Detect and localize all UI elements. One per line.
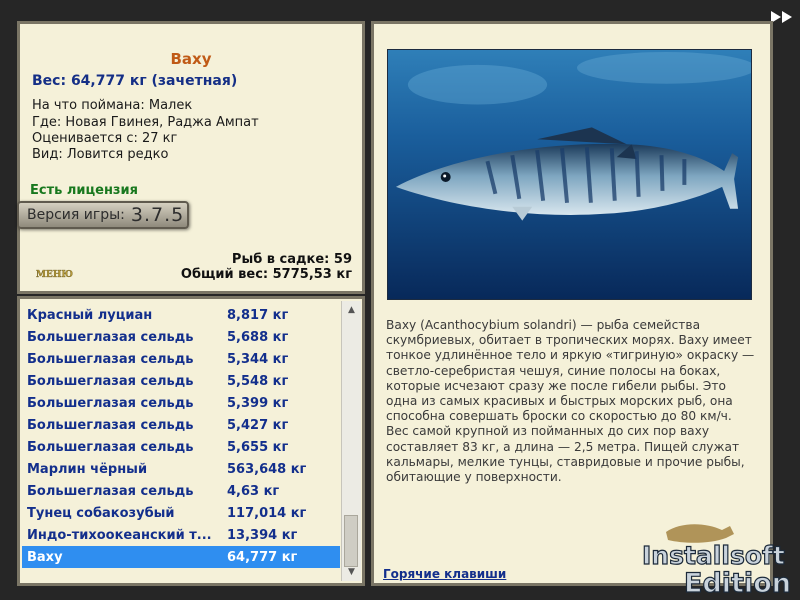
location: Где: Новая Гвинея, Раджа Ампат bbox=[32, 115, 259, 130]
caught-on: На что поймана: Малек bbox=[32, 98, 193, 113]
fish-rarity: Вид: Ловится редко bbox=[32, 147, 169, 162]
catch-fish-name: Большеглазая сельдь bbox=[27, 417, 194, 433]
version-label: Версия игры: bbox=[27, 207, 125, 223]
hotkeys-link[interactable]: Горячие клавиши bbox=[383, 567, 506, 581]
catch-list-panel: Красный луциан 8,817 кг Большеглазая сельд… bbox=[17, 296, 365, 586]
catch-fish-name: Большеглазая сельдь bbox=[27, 483, 194, 499]
fish-info-panel: Ваху Вес: 64,777 кг (зачетная) На что по… bbox=[17, 21, 365, 294]
catch-fish-weight: 5,427 кг bbox=[227, 417, 289, 433]
fast-forward-icon[interactable] bbox=[770, 9, 796, 25]
catch-list[interactable]: Красный луциан 8,817 кг Большеглазая сельд… bbox=[20, 299, 340, 583]
fish-description: Ваху (Acanthocybium solandri) — рыба сем… bbox=[386, 318, 755, 485]
catch-fish-name: Большеглазая сельдь bbox=[27, 439, 194, 455]
catch-row[interactable]: Красный луциан 8,817 кг bbox=[22, 304, 340, 326]
catch-fish-name: Тунец собакозубый bbox=[27, 505, 175, 521]
catch-list-scrollbar[interactable]: ▲ ▼ bbox=[341, 301, 361, 581]
catch-row[interactable]: Большеглазая сельдь 5,655 кг bbox=[22, 436, 340, 458]
catch-fish-weight: 117,014 кг bbox=[227, 505, 307, 521]
catch-row[interactable]: Большеглазая сельдь 5,344 кг bbox=[22, 348, 340, 370]
license-status: Есть лицензия bbox=[30, 183, 138, 198]
version-number: 3.7.5 bbox=[130, 204, 185, 226]
fish-title: Ваху bbox=[170, 50, 212, 68]
catch-row[interactable]: Тунец собакозубый 117,014 кг bbox=[22, 502, 340, 524]
total-weight: Общий вес: 5775,53 кг bbox=[180, 267, 352, 282]
catch-fish-name: Марлин чёрный bbox=[27, 461, 148, 477]
watermark-line1: Installsoft bbox=[642, 541, 785, 570]
game-version-badge: Версия игры: 3.7.5 bbox=[17, 201, 189, 229]
catch-fish-name: Большеглазая сельдь bbox=[27, 329, 194, 345]
catch-row[interactable]: Индо-тихоокеанский т... 13,394 кг bbox=[22, 524, 340, 546]
fish-weight: Вес: 64,777 кг (зачетная) bbox=[32, 73, 238, 89]
catch-fish-name: Большеглазая сельдь bbox=[27, 395, 194, 411]
catch-fish-weight: 5,655 кг bbox=[227, 439, 289, 455]
catch-fish-name: Большеглазая сельдь bbox=[27, 351, 194, 367]
catch-fish-name: Большеглазая сельдь bbox=[27, 373, 194, 389]
catch-row[interactable]: Большеглазая сельдь 5,427 кг bbox=[22, 414, 340, 436]
scroll-down-icon[interactable]: ▼ bbox=[342, 563, 361, 581]
catch-fish-name: Индо-тихоокеанский т... bbox=[27, 527, 212, 543]
catch-row[interactable]: Большеглазая сельдь 5,688 кг bbox=[22, 326, 340, 348]
catch-row[interactable]: Большеглазая сельдь 5,399 кг bbox=[22, 392, 340, 414]
catch-fish-weight: 4,63 кг bbox=[227, 483, 280, 499]
catch-fish-weight: 8,817 кг bbox=[227, 307, 289, 323]
fish-value: Оценивается с: 27 кг bbox=[32, 131, 178, 146]
catch-fish-weight: 13,394 кг bbox=[227, 527, 298, 543]
menu-logo[interactable]: МЕНЮ bbox=[36, 267, 76, 279]
catch-row[interactable]: Большеглазая сельдь 4,63 кг bbox=[22, 480, 340, 502]
catch-fish-weight: 563,648 кг bbox=[227, 461, 307, 477]
watermark-line2: Edition bbox=[684, 568, 791, 599]
catch-row-selected[interactable]: Ваху 64,777 кг bbox=[22, 546, 340, 568]
catch-fish-name: Красный луциан bbox=[27, 307, 153, 323]
catch-fish-weight: 64,777 кг bbox=[227, 549, 298, 565]
catch-fish-weight: 5,399 кг bbox=[227, 395, 289, 411]
fish-photo bbox=[387, 49, 752, 300]
catch-row[interactable]: Марлин чёрный 563,648 кг bbox=[22, 458, 340, 480]
catch-row[interactable]: Большеглазая сельдь 5,548 кг bbox=[22, 370, 340, 392]
menu-logo-text: МЕНЮ bbox=[36, 270, 73, 279]
installsoft-watermark: Installsoft Edition bbox=[641, 524, 792, 600]
catch-fish-weight: 5,688 кг bbox=[227, 329, 289, 345]
catch-fish-weight: 5,548 кг bbox=[227, 373, 289, 389]
scroll-up-icon[interactable]: ▲ bbox=[342, 301, 361, 319]
catch-fish-name: Ваху bbox=[27, 549, 63, 565]
fish-description-panel: Ваху (Acanthocybium solandri) — рыба сем… bbox=[371, 21, 773, 586]
catch-fish-weight: 5,344 кг bbox=[227, 351, 289, 367]
fish-count: Рыб в садке: 59 bbox=[231, 252, 352, 267]
scroll-thumb[interactable] bbox=[344, 515, 358, 567]
